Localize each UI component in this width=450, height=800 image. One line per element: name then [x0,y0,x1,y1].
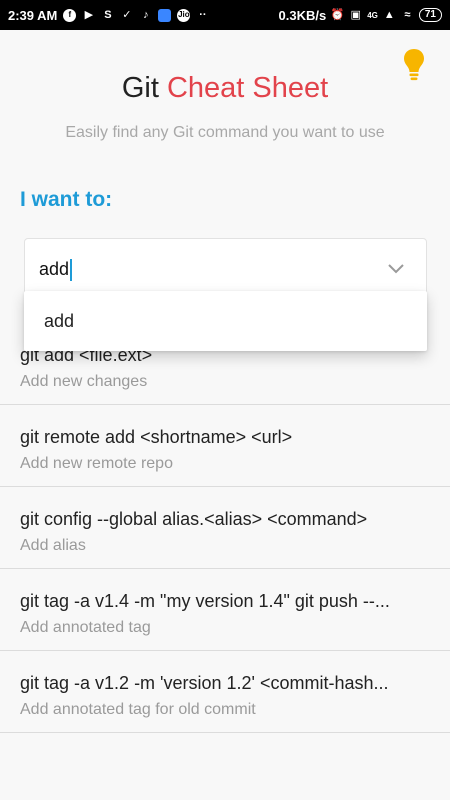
alarm-icon: ⏰ [330,8,345,21]
battery-indicator: 71 [418,8,442,22]
volte-icon: ▣ [350,8,361,21]
play-store-icon: ▶ [84,8,94,21]
tiktok-icon: ♪ [143,8,149,21]
command-text: git remote add <shortname> <url> [20,427,293,447]
select-dropdown: add [24,291,427,351]
command-description: Add annotated tag [20,619,151,636]
i-want-to-label: I want to: [20,188,113,211]
title-prefix: Git [121,72,159,104]
text-cursor [70,259,72,281]
search-input[interactable] [39,259,359,280]
dropdown-option[interactable]: add [44,311,74,332]
network-type: 4G [367,10,378,20]
page-title: Git Cheat Sheet [0,72,450,105]
notification-icon: ✓ [122,8,132,21]
jio-icon: Jio [177,8,191,22]
title-accent: Cheat Sheet [166,72,329,104]
list-item[interactable]: git tag -a v1.2 -m 'version 1.2' <commit… [0,651,450,733]
page-subtitle: Easily find any Git command you want to … [65,124,385,141]
command-select[interactable] [24,238,427,298]
app-icon [158,8,172,22]
results-list: git add <file.ext> Add new changes git r… [0,323,450,733]
command-text: git config --global alias.<alias> <comma… [20,509,368,529]
command-description: Add new changes [20,373,148,390]
signal-icon: ▲ [383,8,395,21]
network-speed: 0.3KB/s [278,7,327,23]
sync-icon: S [104,8,112,21]
list-item[interactable]: git tag -a v1.4 -m "my version 1.4" git … [0,569,450,651]
command-description: Add annotated tag for old commit [20,701,256,718]
wifi-icon: ≈ [404,8,411,21]
status-time: 2:39 AM [8,7,58,23]
command-text: git tag -a v1.4 -m "my version 1.4" git … [20,591,390,611]
facebook-icon: f [63,8,77,22]
command-description: Add new remote repo [20,455,173,472]
list-item[interactable]: git remote add <shortname> <url> Add new… [0,405,450,487]
status-bar: 2:39 AM f ▶ S ✓ ♪ Jio ·· 0.3KB/s ⏰ ▣ 4G … [0,0,450,30]
list-item[interactable]: git config --global alias.<alias> <comma… [0,487,450,569]
command-description: Add alias [20,537,86,554]
chevron-down-icon[interactable] [387,261,405,275]
more-icon: ·· [199,8,207,21]
command-text: git tag -a v1.2 -m 'version 1.2' <commit… [20,673,389,693]
